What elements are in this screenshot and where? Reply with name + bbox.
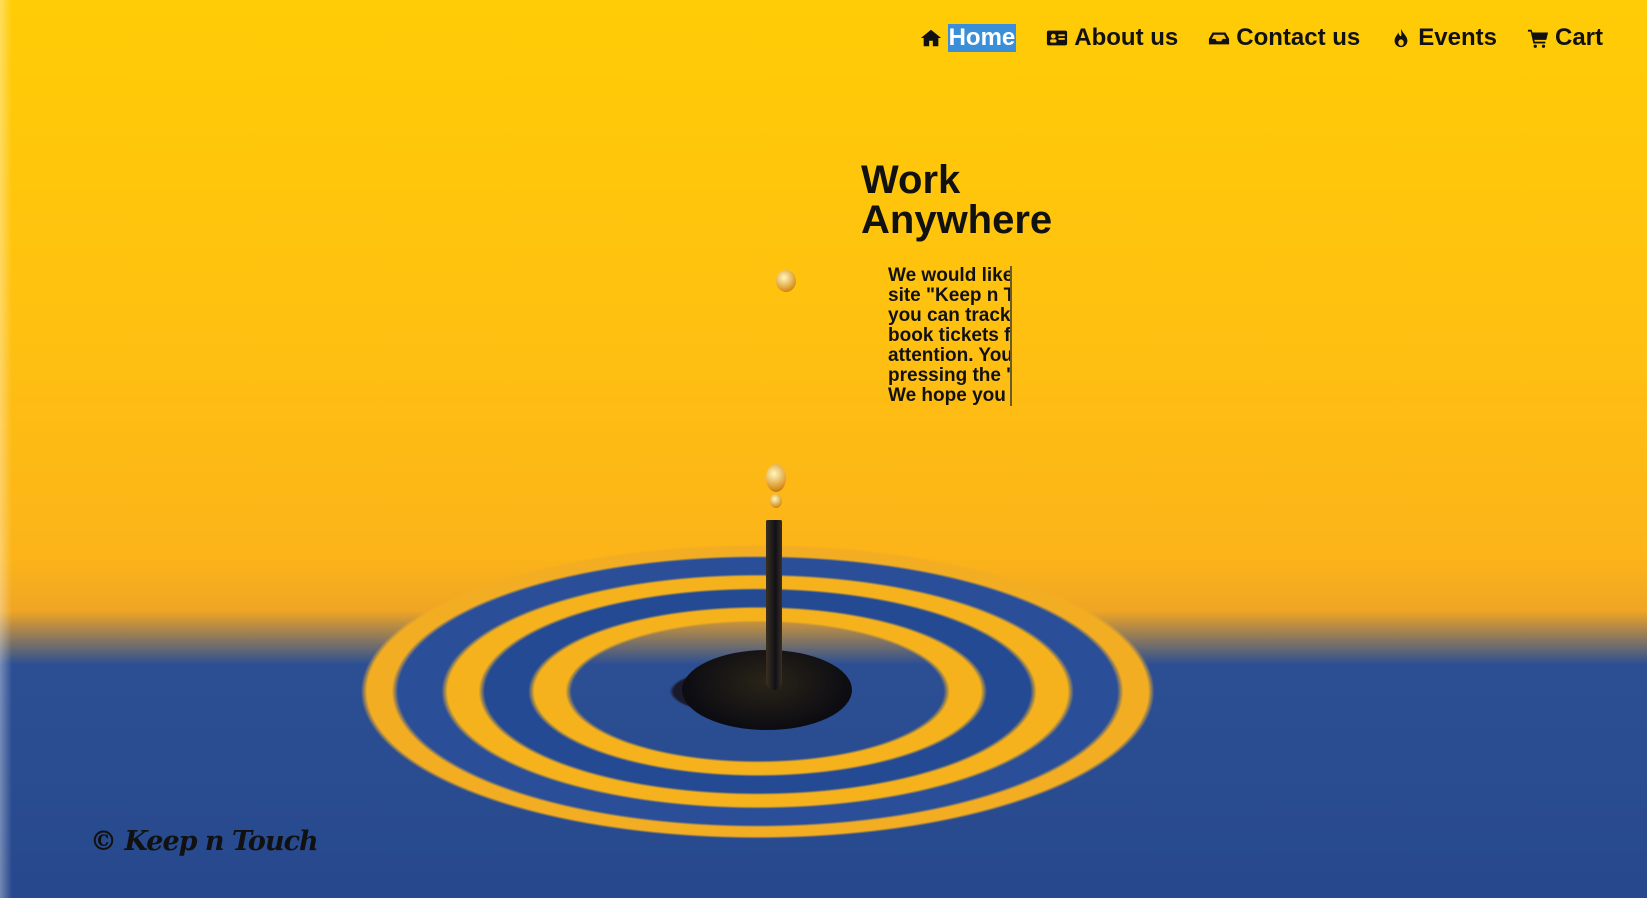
background-image <box>0 0 1647 898</box>
inbox-icon <box>1209 32 1230 45</box>
nav-events-label: Events <box>1418 24 1497 51</box>
nav-cart[interactable]: Cart <box>1527 24 1603 52</box>
hero-text-line: pressing the ' <box>888 365 1011 386</box>
id-card-icon <box>1047 30 1068 46</box>
nav-cart-label: Cart <box>1554 24 1603 51</box>
nav-home[interactable]: Home <box>920 24 1017 52</box>
water-droplet <box>766 464 786 492</box>
hero-text-line: We hope you <box>888 385 1006 406</box>
nav-events[interactable]: Events <box>1390 24 1497 52</box>
hero-description: We would like site "Keep n T you can tra… <box>888 266 1012 406</box>
hero-text-line: you can track <box>888 305 1011 326</box>
nav-contact[interactable]: Contact us <box>1208 24 1360 52</box>
hero-title: Work Anywhere <box>861 158 1053 242</box>
water-droplet <box>770 494 782 508</box>
cart-icon <box>1527 29 1549 48</box>
page-edge <box>0 0 12 898</box>
nav-about[interactable]: About us <box>1046 24 1178 52</box>
water-splash-spike <box>766 520 782 690</box>
hero-text-line: We would like <box>888 266 1012 286</box>
fire-icon <box>1394 28 1408 48</box>
hero-text-line: book tickets f <box>888 325 1011 346</box>
hero-text-line: site "Keep n T <box>888 285 1012 306</box>
main-nav: Home About us Contact us Events Cart <box>920 24 1603 52</box>
footer-copyright: © Keep n Touch <box>90 826 319 857</box>
home-icon <box>920 29 941 47</box>
hero-text-line: attention. You <box>888 345 1012 366</box>
nav-home-label: Home <box>947 24 1017 52</box>
nav-about-label: About us <box>1074 24 1179 51</box>
water-droplet <box>776 270 796 292</box>
nav-contact-label: Contact us <box>1236 24 1361 51</box>
